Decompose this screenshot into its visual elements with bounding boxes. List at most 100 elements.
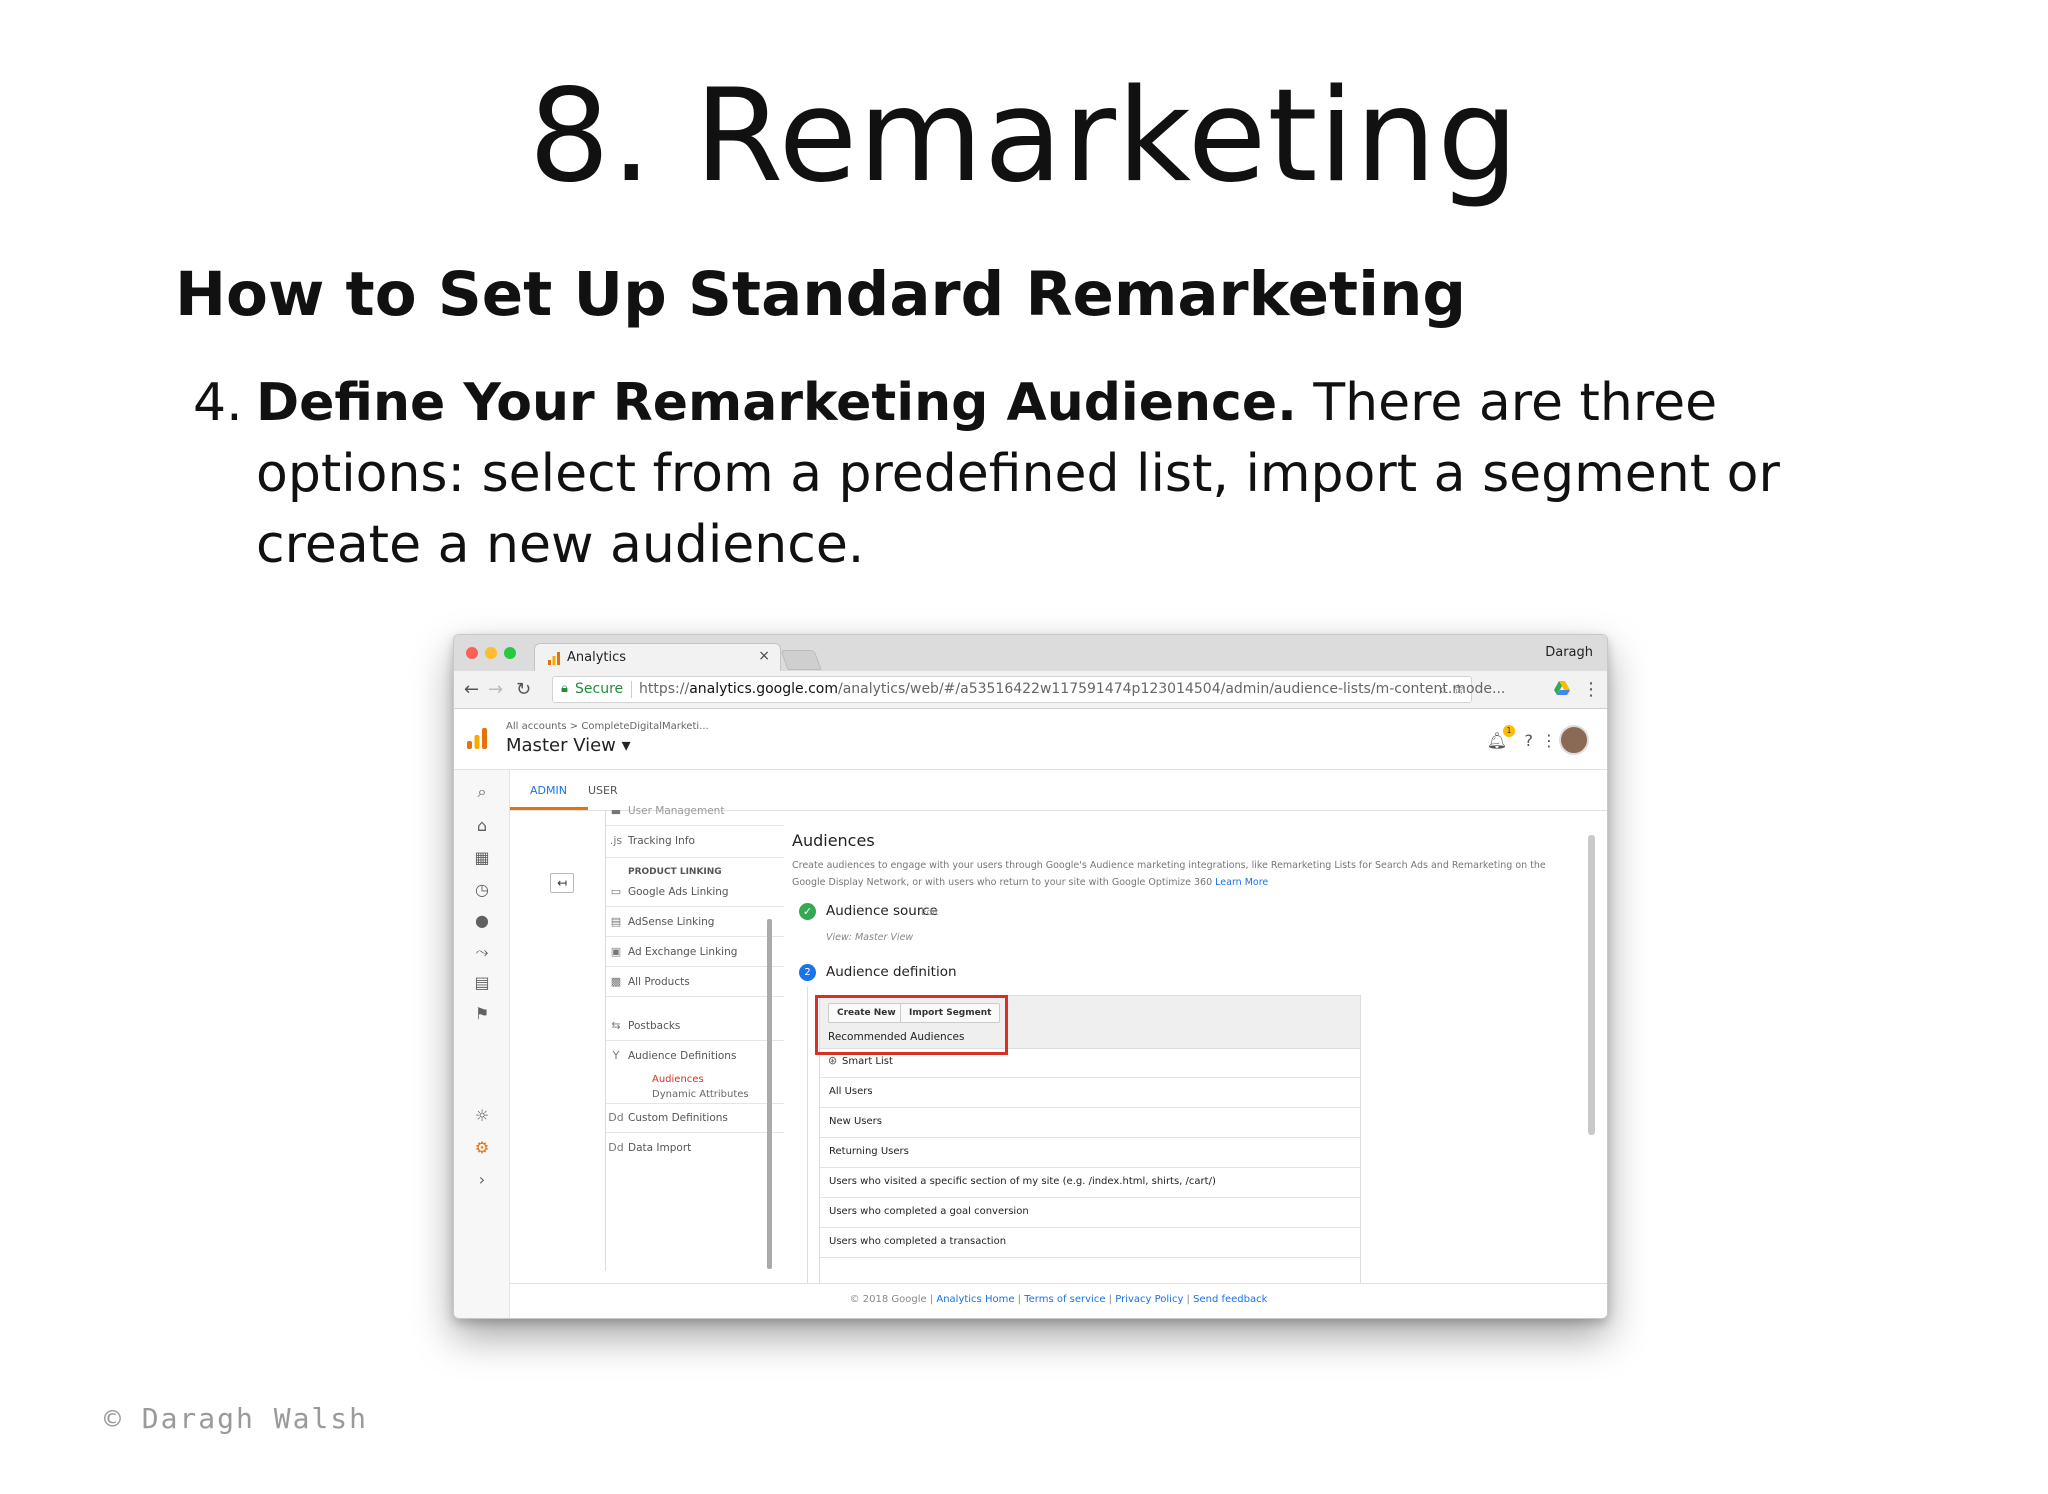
star-icon[interactable]: ☆ [1452, 682, 1465, 698]
nav-postbacks[interactable]: Postbacks [628, 1020, 680, 1032]
browser-menu-icon[interactable]: ⋮ [1582, 679, 1600, 700]
minimize-window-button[interactable] [485, 647, 497, 659]
customization-icon[interactable]: ▦ [472, 848, 492, 867]
property-column-nav: ↤ ▬ User Management .js Tracking Info PR… [510, 805, 786, 1318]
more-options-icon[interactable]: ⋮ [1541, 731, 1557, 750]
url-prefix: https:// [639, 681, 690, 697]
google-drive-icon[interactable] [1554, 681, 1570, 696]
forward-arrow-icon[interactable]: → [488, 679, 503, 700]
slide-subheading: How to Set Up Standard Remarketing [175, 259, 1467, 330]
secure-label: Secure [575, 681, 624, 697]
audience-source-view: View: Master View [826, 932, 914, 943]
left-rail: ⌕ ⌂ ▦ ◷ ● ⤳ ▤ ⚑ ☼ ⚙ › [454, 770, 510, 1318]
active-tab-indicator [510, 807, 588, 810]
lock-icon: 🔒︎ [561, 681, 568, 696]
learn-more-link[interactable]: Learn More [1215, 877, 1268, 888]
account-breadcrumb[interactable]: All accounts > CompleteDigitalMarketi... [506, 721, 709, 732]
discover-lightbulb-icon[interactable]: ☼ [472, 1106, 492, 1125]
view-selector[interactable]: Master View ▾ [506, 735, 631, 756]
admin-gear-icon[interactable]: ⚙ [472, 1138, 492, 1157]
column-divider [605, 811, 606, 1271]
nav-tracking-info[interactable]: Tracking Info [628, 835, 695, 847]
list-item[interactable]: Returning Users [820, 1138, 1360, 1168]
search-icon[interactable]: ⌕ [1439, 682, 1447, 698]
column-scrollbar[interactable] [767, 919, 772, 1269]
nav-audiences[interactable]: Audiences [652, 1074, 704, 1085]
footer-link-privacy[interactable]: Privacy Policy [1115, 1294, 1183, 1305]
ad-exchange-linking-icon: ▣ [610, 945, 622, 958]
help-icon[interactable]: ? [1525, 731, 1534, 750]
step-bold-lead: Define Your Remarketing Audience. [256, 373, 1297, 433]
footer-copyright: © 2018 Google | [849, 1294, 937, 1305]
nav-all-products[interactable]: All Products [628, 976, 690, 988]
list-item-label: Users who completed a goal conversion [829, 1206, 1029, 1217]
footer-link-terms[interactable]: Terms of service [1024, 1294, 1105, 1305]
footer-link-feedback[interactable]: Send feedback [1193, 1294, 1267, 1305]
list-item[interactable]: Smart List ⊛ [820, 1048, 1360, 1078]
browser-tab-analytics[interactable]: Analytics × [534, 643, 781, 672]
list-item[interactable]: Users who completed a transaction [820, 1228, 1360, 1258]
omnibox-divider [631, 681, 632, 698]
custom-definitions-icon: Dd [608, 1111, 624, 1124]
tab-admin[interactable]: ADMIN [530, 784, 567, 797]
back-arrow-icon[interactable]: ← [464, 679, 479, 700]
tab-close-icon[interactable]: × [758, 648, 770, 664]
tracking-js-icon: .js [609, 834, 623, 847]
nav-divider [606, 1040, 786, 1041]
google-analytics-logo-icon[interactable] [466, 727, 488, 749]
home-icon[interactable]: ⌂ [472, 816, 492, 835]
nav-divider [606, 906, 786, 907]
step-two-badge: 2 [799, 964, 816, 981]
slide-title: 8. Remarketing [528, 62, 1520, 211]
edit-source-link[interactable]: Edit [921, 908, 938, 918]
smart-list-icon: ⊛ [828, 1054, 838, 1067]
analytics-header: All accounts > CompleteDigitalMarketi...… [454, 709, 1607, 770]
search-icon[interactable]: ⌕ [472, 782, 492, 802]
footer-link-analytics-home[interactable]: Analytics Home [936, 1294, 1014, 1305]
url-input[interactable]: 🔒︎ Secure https://analytics.google.com/a… [552, 676, 1505, 703]
list-item-label: All Users [829, 1086, 873, 1097]
realtime-clock-icon[interactable]: ◷ [472, 880, 492, 899]
list-item[interactable]: Users who visited a specific section of … [820, 1168, 1360, 1198]
new-tab-button[interactable] [780, 650, 822, 670]
nav-divider [606, 966, 786, 967]
list-item-label: Users who visited a specific section of … [829, 1176, 1216, 1187]
nav-section-product-linking: PRODUCT LINKING [628, 867, 722, 877]
audience-person-icon[interactable]: ● [472, 911, 492, 930]
step-connector-line [807, 987, 808, 1307]
maximize-window-button[interactable] [504, 647, 516, 659]
nav-adsense-linking[interactable]: AdSense Linking [628, 916, 714, 928]
browser-tab-bar: Analytics × Daragh [454, 635, 1607, 672]
footer-links: © 2018 Google | Analytics Home | Terms o… [849, 1294, 1268, 1305]
browser-profile-name[interactable]: Daragh [1545, 645, 1593, 660]
behavior-icon[interactable]: ▤ [472, 973, 492, 992]
nav-divider [606, 1132, 786, 1133]
acquisition-icon[interactable]: ⤳ [472, 942, 492, 962]
collapse-column-button[interactable]: ↤ [550, 873, 574, 893]
user-management-icon: ▬ [610, 805, 622, 818]
nav-audience-definitions[interactable]: Audience Definitions [628, 1050, 736, 1062]
nav-dynamic-attributes[interactable]: Dynamic Attributes [652, 1089, 749, 1100]
nav-data-import[interactable]: Data Import [628, 1142, 691, 1154]
reload-icon[interactable]: ↻ [516, 679, 531, 700]
nav-custom-definitions[interactable]: Custom Definitions [628, 1112, 728, 1124]
checkmark-icon: ✓ [799, 903, 816, 920]
close-window-button[interactable] [466, 647, 478, 659]
list-item[interactable]: New Users [820, 1108, 1360, 1138]
avatar[interactable] [1559, 725, 1589, 755]
list-item[interactable]: Users who completed a goal conversion [820, 1198, 1360, 1228]
audience-toolbar: Create New Import Segment Recommended Au… [815, 995, 1360, 1055]
content-scrollbar[interactable] [1588, 835, 1595, 1135]
data-import-icon: Dd [608, 1141, 624, 1154]
nav-ad-exchange-linking[interactable]: Ad Exchange Linking [628, 946, 737, 958]
tab-user[interactable]: USER [588, 784, 618, 797]
nav-user-management[interactable]: User Management [628, 805, 724, 817]
conversions-flag-icon[interactable]: ⚑ [472, 1004, 492, 1023]
list-item[interactable]: All Users [820, 1078, 1360, 1108]
nav-google-ads-linking[interactable]: Google Ads Linking [628, 886, 729, 898]
google-ads-linking-icon: ▭ [610, 885, 622, 898]
expand-chevron-icon[interactable]: › [472, 1170, 492, 1189]
nav-divider [606, 857, 786, 858]
postbacks-icon: ⇆ [611, 1019, 621, 1032]
url-host: analytics.google.com [689, 681, 838, 697]
